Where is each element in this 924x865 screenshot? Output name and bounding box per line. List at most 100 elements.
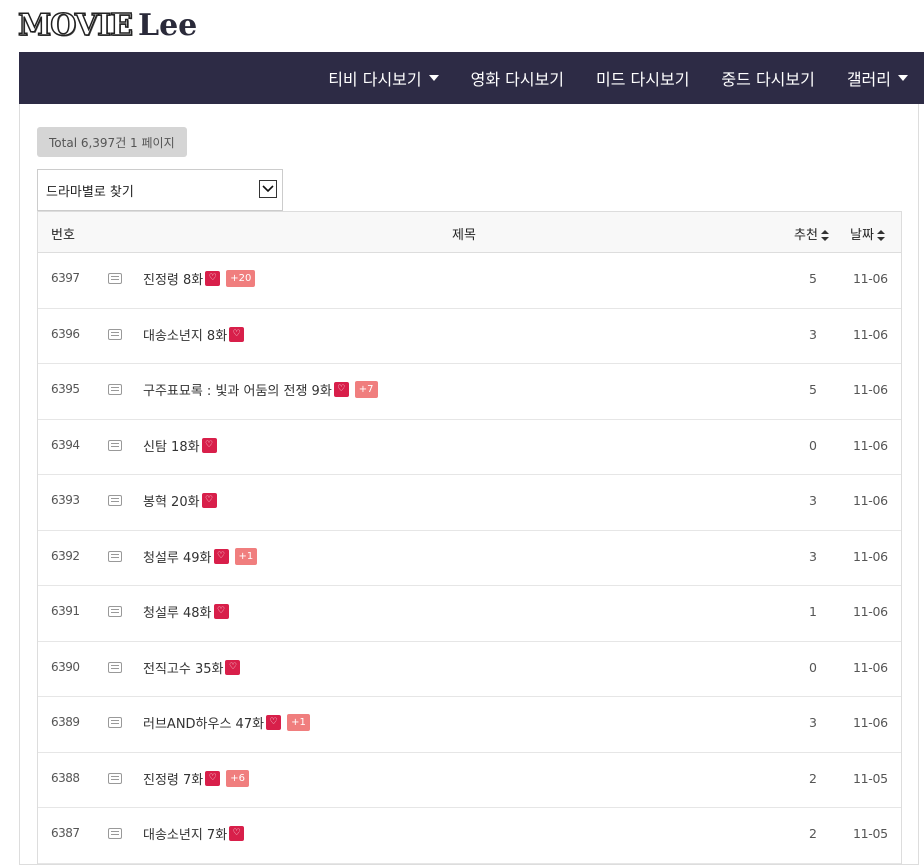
nav-item[interactable]: 미드 다시보기 [580,52,705,104]
header-date-sort[interactable]: 날짜 [850,224,885,243]
nav-item-label: 미드 다시보기 [596,70,690,89]
post-date: 11-06 [853,271,888,286]
list-icon [108,495,122,506]
post-title-link[interactable]: 신탐 18화 ♡ [143,436,217,455]
recommend-count: 3 [809,715,817,730]
comment-count-badge[interactable]: +6 [226,769,249,787]
post-title-link[interactable]: 봉혁 20화 ♡ [143,491,217,510]
drama-filter-select[interactable]: 드라마별로 찾기 [37,169,283,211]
post-title-link[interactable]: 대송소년지 7화 ♡ [143,824,245,843]
list-icon [108,439,122,451]
post-title-link[interactable]: 러브AND하우스 47화 ♡ +1 [143,713,310,732]
comment-count-badge[interactable]: +20 [226,270,256,287]
recommend-count: 1 [809,604,817,619]
nav-item-label: 영화 다시보기 [470,70,565,89]
post-title-link[interactable]: 대송소년지 8화 ♡ [143,325,245,344]
heart-icon: ♡ [266,715,282,730]
table-body: 6397 진정령 8화 ♡ +20 5 11-06 6396 대송소년지 8화 ♡ 3 11-06 6… [38,253,901,864]
list-icon [108,828,122,839]
heart-icon: ♡ [225,659,241,675]
post-title: 구주표묘록 : 빛과 어둠의 전쟁 9화 [143,384,332,399]
post-date: 11-05 [853,826,888,841]
caret-down-icon [428,75,439,81]
header-title: 제목 [452,228,476,243]
heart-icon: ♡ [333,382,349,397]
table-row: 6387 대송소년지 7화 ♡ 2 11-05 [38,808,901,864]
post-number: 6396 [51,326,80,341]
post-title-link[interactable]: 전직고수 35화 ♡ [143,658,241,677]
sort-icon [820,230,829,241]
site-logo[interactable]: MOVIE Lee [17,4,197,46]
post-title-link[interactable]: 청설루 48화 ♡ [143,602,229,621]
heart-icon: ♡ [213,604,229,619]
total-count-badge: Total 6,397건 1 페이지 [37,127,187,157]
post-title-link[interactable]: 청설루 49화 ♡ +1 [143,547,258,566]
post-number: 6390 [51,659,80,674]
chevron-down-icon[interactable] [259,180,277,198]
post-date: 11-06 [853,604,888,619]
post-date: 11-06 [853,493,888,508]
list-icon [108,661,122,673]
post-number: 6389 [51,715,80,729]
drama-filter-value: 드라마별로 찾기 [46,184,134,200]
heart-icon: ♡ [229,326,245,342]
table-row: 6397 진정령 8화 ♡ +20 5 11-06 [38,253,901,309]
recommend-count: 0 [809,659,817,675]
post-date: 11-06 [853,382,888,397]
recommend-count: 3 [809,326,817,342]
post-title-link[interactable]: 진정령 7화 ♡ +6 [143,769,249,788]
post-title-link[interactable]: 구주표묘록 : 빛과 어둠의 전쟁 9화 ♡ +7 [143,380,378,399]
post-title: 대송소년지 7화 [143,828,228,843]
recommend-count: 0 [809,437,817,453]
comment-count-badge[interactable]: +7 [354,381,378,398]
table-row: 6394 신탐 18화 ♡ 0 11-06 [38,420,901,475]
post-title: 러브AND하우스 47화 [143,717,265,732]
post-title: 전직고수 35화 [143,661,224,677]
nav-item-label: 티비 다시보기 [328,70,422,89]
table-row: 6389 러브AND하우스 47화 ♡ +1 3 11-06 [38,697,901,753]
caret-down-icon [898,75,908,81]
post-title: 청설루 48화 [143,606,212,621]
comment-count-badge[interactable]: +1 [234,547,258,565]
heart-icon: ♡ [205,271,221,286]
post-number: 6392 [51,548,80,563]
board-panel: Total 6,397건 1 페이지 드라마별로 찾기 번호 제목 추천 날짜 … [19,104,919,865]
post-date: 11-06 [853,548,888,564]
recommend-count: 2 [809,826,817,841]
nav-item[interactable]: 티비 다시보기 [312,52,454,104]
post-title: 봉혁 20화 [143,495,200,510]
comment-count-badge[interactable]: +1 [287,714,310,731]
recommend-count: 3 [809,548,817,564]
list-icon [108,273,122,284]
table-row: 6390 전직고수 35화 ♡ 0 11-06 [38,642,901,697]
post-title: 대송소년지 8화 [143,328,228,344]
list-icon [108,717,122,728]
post-number: 6388 [51,770,80,785]
table-row: 6391 청설루 48화 ♡ 1 11-06 [38,586,901,642]
nav-item[interactable]: 영화 다시보기 [455,52,580,104]
post-number: 6391 [51,604,80,618]
table-row: 6395 구주표묘록 : 빛과 어둠의 전쟁 9화 ♡ +7 5 11-06 [38,364,901,420]
logo-movie-text: MOVIE [17,7,134,44]
post-date: 11-06 [853,715,888,730]
post-date: 11-05 [853,770,888,786]
post-date: 11-06 [853,437,888,453]
header-recommend-sort[interactable]: 추천 [794,224,829,243]
sort-icon [876,230,885,241]
list-icon [108,772,122,784]
table-row: 6392 청설루 49화 ♡ +1 3 11-06 [38,531,901,586]
list-icon [108,328,122,340]
recommend-count: 3 [809,493,817,508]
nav-item[interactable]: 중드 다시보기 [705,52,830,104]
heart-icon: ♡ [229,826,245,841]
table-header: 번호 제목 추천 날짜 [38,212,901,253]
post-title-link[interactable]: 진정령 8화 ♡ +20 [143,269,256,288]
nav-item[interactable]: 갤러리 [831,52,924,104]
post-number: 6394 [51,437,80,452]
nav-item-label: 갤러리 [846,70,891,89]
heart-icon: ♡ [201,437,217,453]
post-number: 6393 [51,493,80,507]
list-icon [108,384,122,395]
table-row: 6393 봉혁 20화 ♡ 3 11-06 [38,475,901,531]
main-navbar: 티비 다시보기 영화 다시보기 미드 다시보기 중드 다시보기 갤러리 [19,52,924,104]
